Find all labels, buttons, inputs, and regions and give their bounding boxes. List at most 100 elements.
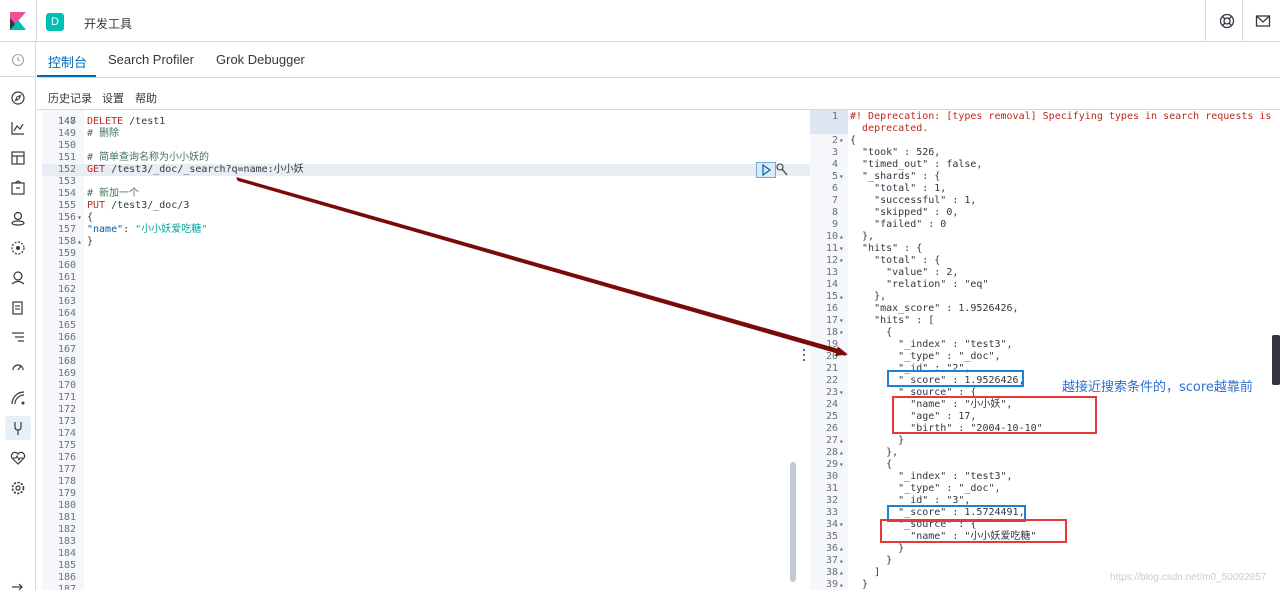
machine-learning-icon[interactable] bbox=[10, 240, 26, 256]
output-line: 31 "_type" : "_doc", bbox=[825, 483, 1001, 494]
editor-line: 167 bbox=[57, 344, 76, 355]
dashboard-icon[interactable] bbox=[10, 150, 26, 166]
dev-tools-icon[interactable] bbox=[10, 420, 26, 436]
output-line: 14 "relation" : "eq" bbox=[825, 279, 989, 290]
editor-line: 161 bbox=[57, 272, 76, 283]
output-line: 20 "_type" : "_doc", bbox=[825, 351, 1001, 362]
panel-resize-handle-icon[interactable] bbox=[802, 348, 806, 362]
request-editor[interactable]: 147 # 删除 148 DELETE /test1 149 150 151 # 简单查询… bbox=[42, 110, 810, 590]
help-link[interactable]: 帮助 bbox=[135, 90, 157, 106]
side-navigation bbox=[0, 42, 36, 591]
output-line: 3 "took" : 526, bbox=[831, 147, 941, 158]
score-highlight-box bbox=[887, 370, 1024, 387]
header-separator bbox=[1242, 0, 1243, 42]
fold-toggle-icon[interactable]: ▾ bbox=[839, 519, 844, 531]
header-separator bbox=[1205, 0, 1206, 42]
annotation-text: 越接近搜索条件的，score越靠前 bbox=[1062, 380, 1253, 395]
editor-line: 159 bbox=[57, 248, 76, 259]
siem-icon[interactable] bbox=[10, 390, 26, 406]
side-panel-handle[interactable] bbox=[1272, 335, 1280, 385]
editor-line: 171 bbox=[57, 392, 76, 403]
fold-toggle-icon[interactable]: ▾ bbox=[839, 171, 844, 183]
editor-line: 163 bbox=[57, 296, 76, 307]
editor-line: 173 bbox=[57, 416, 76, 427]
uptime-icon[interactable] bbox=[10, 360, 26, 376]
logs-icon[interactable] bbox=[10, 300, 26, 316]
editor-line: 149 bbox=[57, 128, 76, 139]
editor-line: 158 ▴} bbox=[57, 236, 94, 248]
fold-toggle-icon[interactable]: ▾ bbox=[839, 243, 844, 255]
recently-viewed-icon[interactable] bbox=[10, 52, 26, 68]
editor-line: 160 bbox=[57, 260, 76, 271]
visualize-icon[interactable] bbox=[10, 120, 26, 136]
editor-line: 169 bbox=[57, 368, 76, 379]
stack-monitoring-icon[interactable] bbox=[10, 450, 26, 466]
editor-line: 148 DELETE /test1 bbox=[57, 116, 166, 127]
editor-line: 152 GET /test3/_doc/_search?q=name:小小妖 bbox=[42, 164, 810, 176]
fold-toggle-icon[interactable]: ▾ bbox=[839, 459, 844, 471]
output-line: deprecated. bbox=[850, 123, 929, 134]
editor-scrollbar[interactable] bbox=[790, 462, 796, 582]
watermark: https://blog.csdn.net/m0_50092857 bbox=[1110, 572, 1267, 583]
editor-line: 185 bbox=[57, 560, 76, 571]
output-line: 5 ▾ "_shards" : { bbox=[831, 171, 941, 183]
fold-toggle-icon[interactable]: ▾ bbox=[839, 135, 844, 147]
fold-toggle-icon[interactable]: ▴ bbox=[839, 579, 844, 590]
settings-link[interactable]: 设置 bbox=[102, 90, 124, 106]
fold-toggle-icon[interactable]: ▾ bbox=[839, 315, 844, 327]
response-output[interactable]: 1 #! Deprecation: [types removal] Specify… bbox=[810, 110, 1280, 590]
page-title: 开发工具 bbox=[84, 17, 133, 31]
fold-toggle-icon[interactable]: ▴ bbox=[77, 236, 82, 248]
fold-toggle-icon[interactable]: ▴ bbox=[839, 555, 844, 567]
header-bar: D 开发工具 bbox=[0, 0, 1280, 42]
editor-line: 174 bbox=[57, 428, 76, 439]
collapse-nav-icon[interactable] bbox=[10, 582, 26, 598]
send-request-button[interactable] bbox=[756, 162, 776, 178]
discover-icon[interactable] bbox=[10, 90, 26, 106]
editor-line: 157 "name": "小小妖爱吃糖" bbox=[57, 224, 208, 235]
fold-toggle-icon[interactable]: ▴ bbox=[839, 543, 844, 555]
fold-toggle-icon[interactable]: ▴ bbox=[839, 567, 844, 579]
fold-toggle-icon[interactable]: ▾ bbox=[839, 327, 844, 339]
fold-toggle-icon[interactable]: ▴ bbox=[839, 447, 844, 459]
output-line: 36 ▴ } bbox=[825, 543, 905, 555]
space-avatar[interactable]: D bbox=[46, 13, 64, 31]
maps-icon[interactable] bbox=[10, 210, 26, 226]
fold-toggle-icon[interactable]: ▴ bbox=[839, 435, 844, 447]
fold-toggle-icon[interactable]: ▾ bbox=[839, 387, 844, 399]
editor-line: 151 # 简单查询名称为小小妖的 bbox=[57, 152, 210, 163]
fold-toggle-icon[interactable]: ▾ bbox=[77, 212, 82, 224]
infrastructure-icon[interactable] bbox=[10, 270, 26, 286]
output-line: 1 #! Deprecation: [types removal] Specify… bbox=[831, 111, 1272, 122]
output-line: 19 "_index" : "test3", bbox=[825, 339, 1013, 350]
tab-search-profiler[interactable]: Search Profiler bbox=[108, 52, 194, 67]
editor-line: 170 bbox=[57, 380, 76, 391]
output-line: 6 "total" : 1, bbox=[831, 183, 947, 194]
editor-line: 166 bbox=[57, 332, 76, 343]
mail-icon[interactable] bbox=[1255, 13, 1271, 29]
tab-grok-debugger[interactable]: Grok Debugger bbox=[216, 52, 305, 67]
fold-toggle-icon[interactable]: ▴ bbox=[839, 231, 844, 243]
editor-line: 175 bbox=[57, 440, 76, 451]
console-menu: 历史记录 设置 帮助 bbox=[37, 78, 1280, 110]
editor-line: 168 bbox=[57, 356, 76, 367]
fold-toggle-icon[interactable]: ▴ bbox=[839, 291, 844, 303]
wrench-icon[interactable] bbox=[776, 163, 788, 177]
header-separator bbox=[36, 0, 37, 42]
help-icon[interactable] bbox=[1219, 13, 1235, 29]
output-line: 10 ▴ }, bbox=[825, 231, 875, 243]
management-gear-icon[interactable] bbox=[10, 480, 26, 496]
output-line: 4 "timed_out" : false, bbox=[831, 159, 983, 170]
fold-toggle-icon[interactable]: ▾ bbox=[839, 255, 844, 267]
output-line: 27 ▴ } bbox=[825, 435, 905, 447]
editor-line: 154 # 新加一个 bbox=[57, 188, 140, 199]
apm-icon[interactable] bbox=[10, 330, 26, 346]
editor-line: 162 bbox=[57, 284, 76, 295]
canvas-icon[interactable] bbox=[10, 180, 26, 196]
editor-line: 164 bbox=[57, 308, 76, 319]
tab-console[interactable]: 控制台 bbox=[48, 52, 87, 71]
history-link[interactable]: 历史记录 bbox=[48, 90, 92, 106]
kibana-logo-icon[interactable] bbox=[10, 12, 26, 30]
output-line: 11 ▾ "hits" : { bbox=[825, 243, 923, 255]
active-tab-indicator bbox=[37, 75, 96, 77]
